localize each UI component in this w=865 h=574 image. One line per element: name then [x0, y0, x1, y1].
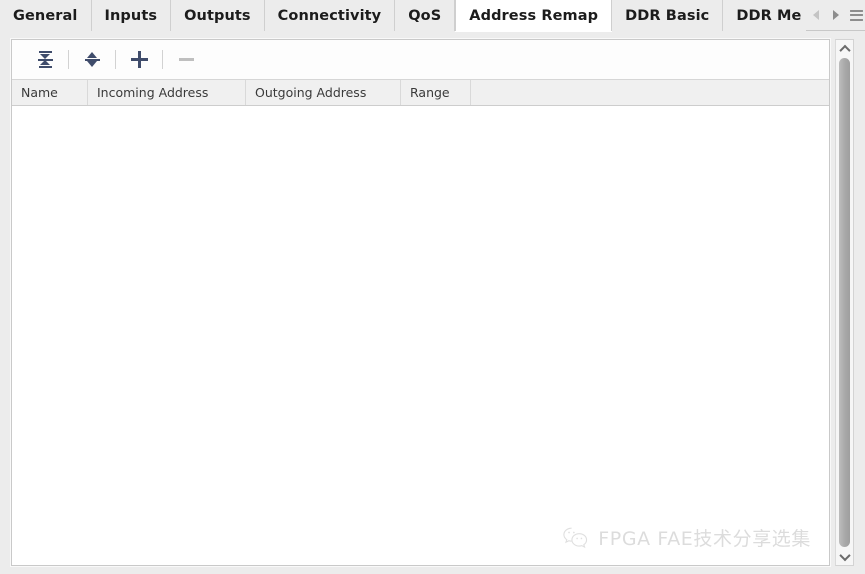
add-button[interactable]	[122, 45, 156, 75]
watermark-text: FPGA FAE技术分享选集	[598, 528, 811, 550]
toolbar-separator	[68, 50, 69, 69]
tab-label: Inputs	[104, 7, 158, 24]
tab-navigation	[805, 0, 865, 30]
collapse-all-button[interactable]	[28, 45, 62, 75]
chevron-down-icon	[838, 549, 851, 561]
address-remap-panel: Name Incoming Address Outgoing Address R…	[11, 39, 830, 566]
column-header-range[interactable]: Range	[401, 80, 471, 105]
collapse-all-icon	[37, 51, 54, 68]
tab-scroll-right-button[interactable]	[830, 7, 843, 23]
watermark: FPGA FAE技术分享选集	[562, 524, 811, 551]
tab-bar: General Inputs Outputs Connectivity QoS …	[0, 0, 865, 32]
tab-scroll-left-button[interactable]	[810, 7, 823, 23]
tab-outputs[interactable]: Outputs	[171, 0, 265, 31]
remove-button	[169, 45, 203, 75]
chevron-right-icon	[833, 10, 839, 20]
toolbar-separator	[115, 50, 116, 69]
tab-inputs[interactable]: Inputs	[91, 0, 172, 31]
scroll-down-button[interactable]	[836, 548, 853, 565]
chevron-up-icon	[838, 44, 851, 56]
table-body[interactable]: FPGA FAE技术分享选集	[12, 106, 829, 565]
scroll-up-button[interactable]	[836, 40, 853, 57]
scrollbar-thumb[interactable]	[839, 58, 850, 547]
column-header-name[interactable]: Name	[12, 80, 88, 105]
tab-qos[interactable]: QoS	[395, 0, 456, 31]
address-remap-window: General Inputs Outputs Connectivity QoS …	[0, 0, 865, 574]
tab-label: General	[13, 7, 78, 24]
tab-list-menu-button[interactable]	[849, 7, 863, 23]
scrollbar-track[interactable]	[836, 57, 853, 548]
minus-icon	[178, 51, 195, 68]
table-header-row: Name Incoming Address Outgoing Address R…	[12, 80, 829, 106]
tab-ddr-basic[interactable]: DDR Basic	[612, 0, 724, 31]
tab-label: DDR Me	[736, 7, 802, 24]
tab-label: QoS	[408, 7, 442, 24]
plus-icon	[130, 51, 148, 68]
expand-all-icon	[84, 51, 101, 68]
column-header-outgoing-address[interactable]: Outgoing Address	[246, 80, 401, 105]
tab-label: Connectivity	[277, 7, 382, 24]
column-header-incoming-address[interactable]: Incoming Address	[88, 80, 246, 105]
tab-ddr-memory[interactable]: DDR Me	[723, 0, 806, 31]
tab-address-remap[interactable]: Address Remap	[455, 0, 613, 32]
wechat-logo-icon	[563, 527, 588, 549]
tab-label: Outputs	[184, 7, 251, 24]
tab-list-menu-icon	[849, 9, 863, 22]
tab-label: Address Remap	[469, 7, 599, 24]
toolbar-separator	[162, 50, 163, 69]
chevron-left-icon	[813, 10, 819, 20]
vertical-scrollbar[interactable]	[835, 39, 854, 566]
tab-general[interactable]: General	[0, 0, 92, 31]
expand-all-button[interactable]	[75, 45, 109, 75]
table-toolbar	[12, 40, 829, 80]
column-header-filler	[471, 80, 829, 105]
tab-label: DDR Basic	[625, 7, 710, 24]
tab-connectivity[interactable]: Connectivity	[264, 0, 396, 31]
